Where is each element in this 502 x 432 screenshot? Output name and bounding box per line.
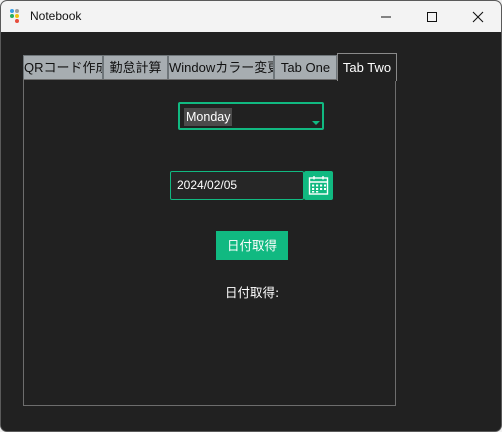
- title-bar[interactable]: Notebook: [1, 1, 501, 32]
- get-date-button[interactable]: 日付取得: [216, 231, 288, 260]
- day-select-value: Monday: [184, 108, 233, 126]
- result-label: 日付取得:: [225, 285, 280, 300]
- day-select[interactable]: Monday: [178, 102, 324, 130]
- minimize-icon: [381, 16, 391, 18]
- tab-window-color[interactable]: Windowカラー変更: [168, 55, 274, 79]
- tab-one[interactable]: Tab One: [274, 55, 337, 79]
- close-button[interactable]: [455, 1, 501, 32]
- window-title: Notebook: [30, 9, 82, 23]
- maximize-icon: [427, 12, 437, 22]
- minimize-button[interactable]: [363, 1, 409, 32]
- app-dots-icon: [10, 9, 24, 23]
- app-window: Notebook QRコード作成 勤怠計算 Windowカラー変更 Tab On…: [0, 0, 502, 432]
- chevron-down-icon: [312, 121, 320, 125]
- tab-qr-code[interactable]: QRコード作成: [23, 55, 103, 79]
- calendar-icon: [308, 176, 329, 195]
- maximize-button[interactable]: [409, 1, 455, 32]
- tab-attendance[interactable]: 勤怠計算: [103, 55, 168, 79]
- tab-two[interactable]: Tab Two: [337, 53, 397, 81]
- close-icon: [472, 11, 484, 23]
- date-entry-field[interactable]: 2024/02/05: [170, 171, 304, 200]
- date-picker-button[interactable]: [304, 171, 333, 200]
